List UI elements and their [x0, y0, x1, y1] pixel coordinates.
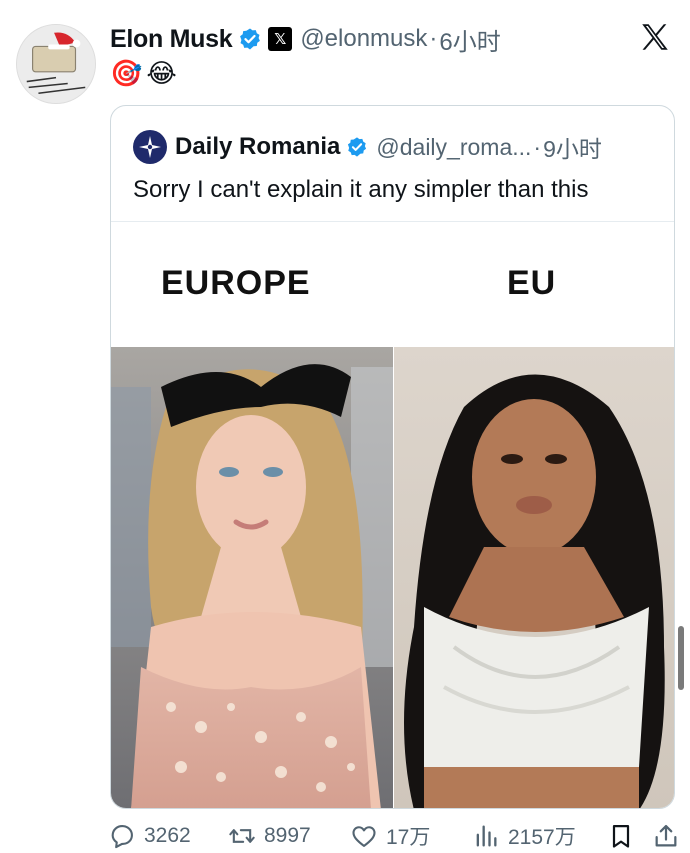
meme-photo-left[interactable]: [111, 347, 393, 808]
scrollbar-thumb[interactable]: [678, 626, 684, 690]
compass-star-icon: [139, 136, 161, 158]
separator-dot: ·: [429, 25, 438, 52]
like-button[interactable]: 17万: [350, 821, 472, 851]
meme-photo-right[interactable]: [394, 347, 674, 808]
retweet-button[interactable]: 8997: [228, 822, 350, 850]
tweet-timestamp[interactable]: 6小时: [439, 22, 500, 57]
reply-icon: [111, 825, 133, 849]
tweet-header: Elon Musk 𝕏 @elonmusk · 6小时: [110, 22, 501, 56]
meme-caption-area: EUROPE EU: [111, 222, 674, 347]
verified-badge-icon: [348, 137, 367, 157]
quoted-author-handle[interactable]: @daily_roma...: [376, 134, 531, 161]
retweet-count: 8997: [264, 824, 311, 847]
emoji-target: 🎯: [110, 58, 143, 88]
quoted-author-name[interactable]: Daily Romania: [175, 133, 340, 161]
views-chart-icon: [476, 825, 497, 847]
x-logo-icon: [642, 24, 668, 50]
author-avatar[interactable]: [16, 24, 96, 104]
author-name[interactable]: Elon Musk: [110, 25, 233, 54]
bookmark-icon: [612, 824, 630, 848]
quoted-tweet-header: Daily Romania @daily_roma... · 9小时: [133, 130, 602, 164]
quoted-tweet-text: Sorry I can't explain it any simpler tha…: [133, 176, 589, 203]
separator-dot: ·: [533, 133, 542, 160]
reply-button[interactable]: 3262: [108, 822, 228, 850]
quoted-tweet-card[interactable]: Daily Romania @daily_roma... · 9小时 Sorry…: [110, 105, 675, 809]
heart-icon: [352, 826, 376, 847]
tweet-text: 🎯 😂: [110, 58, 177, 89]
verified-badge-icon: [240, 28, 261, 50]
views-button[interactable]: 2157万: [472, 821, 596, 851]
quoted-tweet-timestamp[interactable]: 9小时: [543, 130, 602, 164]
bookmark-button[interactable]: [596, 822, 646, 850]
share-button[interactable]: [646, 822, 686, 850]
reply-count: 3262: [144, 824, 191, 847]
tweet-actions: 3262 8997 17万 2157万: [108, 818, 690, 853]
author-handle[interactable]: @elonmusk: [300, 25, 427, 53]
tweet-screen: Elon Musk 𝕏 @elonmusk · 6小时 🎯 😂 Daily Ro…: [0, 0, 690, 853]
x-affiliation-icon[interactable]: 𝕏: [268, 27, 293, 51]
retweet-icon: [229, 829, 255, 843]
meme-label-left: EUROPE: [161, 264, 311, 302]
share-icon: [655, 824, 677, 847]
like-count: 17万: [386, 826, 431, 849]
emoji-laughing: 😂: [146, 58, 177, 88]
view-count: 2157万: [508, 826, 576, 849]
meme-label-right: EU: [507, 264, 557, 302]
quoted-author-avatar[interactable]: [133, 130, 167, 164]
